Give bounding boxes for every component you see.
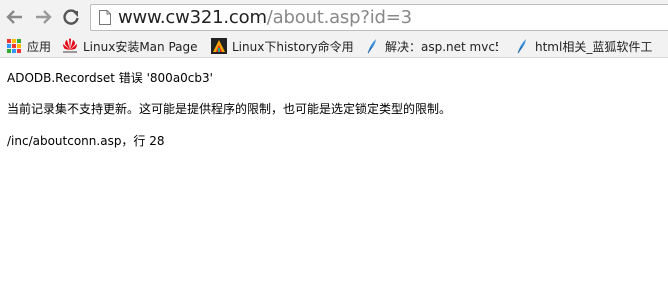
error-location: /inc/aboutconn.asp，行 28 — [7, 134, 165, 148]
apps-grid-icon — [6, 38, 22, 54]
error-title: ADODB.Recordset 错误 '800a0cb3' — [7, 71, 213, 85]
browser-window: www.cw321.com/about.asp?id=3 应用 Linux安装M… — [0, 0, 668, 307]
bookmark-label: 应用 — [27, 39, 52, 54]
feather-favicon-icon — [364, 38, 380, 54]
browser-toolbar: www.cw321.com/about.asp?id=3 — [0, 0, 668, 34]
bookmark-linux-history[interactable]: Linux下history命令用 — [211, 37, 353, 55]
bookmark-apps[interactable]: 应用 — [6, 37, 54, 55]
reload-icon[interactable] — [60, 6, 82, 28]
bookmarks-bar: 应用 Linux安装Man Page Linux下history命令用 解决：a… — [0, 34, 668, 58]
address-bar[interactable]: www.cw321.com/about.asp?id=3 — [90, 4, 668, 31]
error-message: 当前记录集不支持更新。这可能是提供程序的限制，也可能是选定锁定类型的限制。 — [7, 102, 452, 116]
back-arrow-icon[interactable] — [4, 6, 26, 28]
forward-arrow-icon[interactable] — [32, 6, 54, 28]
url-host: www.cw321.com — [118, 7, 267, 28]
feather-favicon-icon — [514, 38, 530, 54]
huawei-logo-icon — [62, 38, 78, 54]
bookmark-label: html相关_蓝狐软件工 — [535, 39, 653, 54]
bookmark-label: Linux下history命令用 — [232, 39, 353, 54]
colorful-favicon-icon — [211, 38, 227, 54]
page-icon — [99, 10, 111, 25]
url-text[interactable]: www.cw321.com/about.asp?id=3 — [118, 7, 412, 29]
bookmark-aspnet-mvc5[interactable]: 解决：asp.net mvc5中 — [364, 37, 498, 55]
bookmark-linux-man-page[interactable]: Linux安装Man Page — [62, 37, 200, 55]
bookmark-label: 解决：asp.net mvc5中 — [385, 39, 498, 54]
bookmark-html-lanhu[interactable]: html相关_蓝狐软件工 — [514, 37, 668, 55]
url-path: /about.asp?id=3 — [266, 7, 412, 28]
bookmark-label: Linux安装Man Page — [83, 39, 198, 54]
